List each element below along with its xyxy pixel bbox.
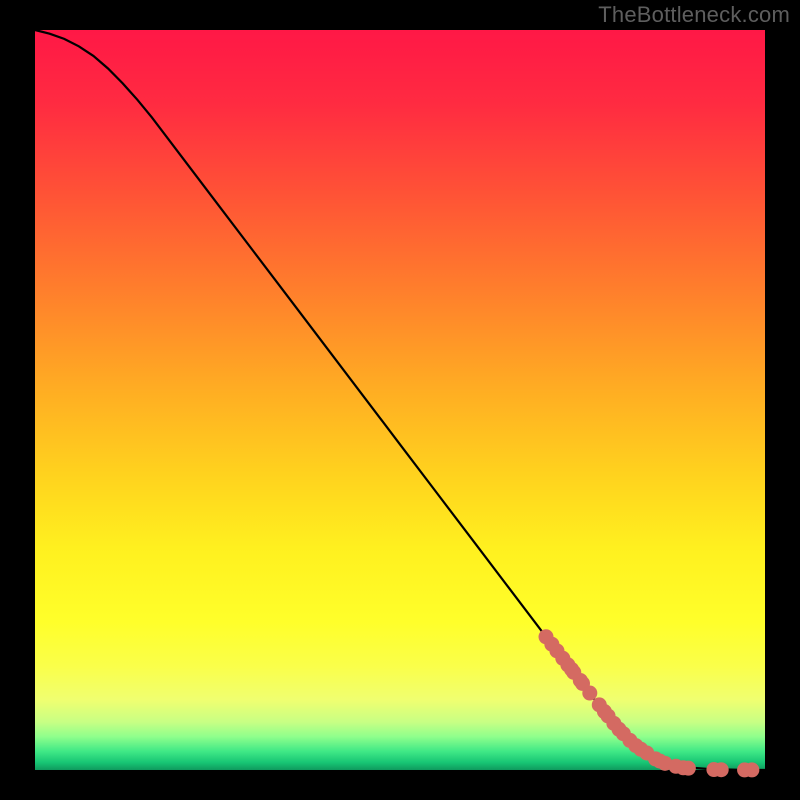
watermark-text: TheBottleneck.com <box>598 2 790 28</box>
data-marker <box>582 686 597 701</box>
data-marker <box>681 761 696 776</box>
data-marker <box>744 762 759 777</box>
bottleneck-chart <box>0 0 800 800</box>
data-marker <box>714 762 729 777</box>
chart-frame: { "watermark": "TheBottleneck.com", "plo… <box>0 0 800 800</box>
plot-background <box>35 30 765 770</box>
